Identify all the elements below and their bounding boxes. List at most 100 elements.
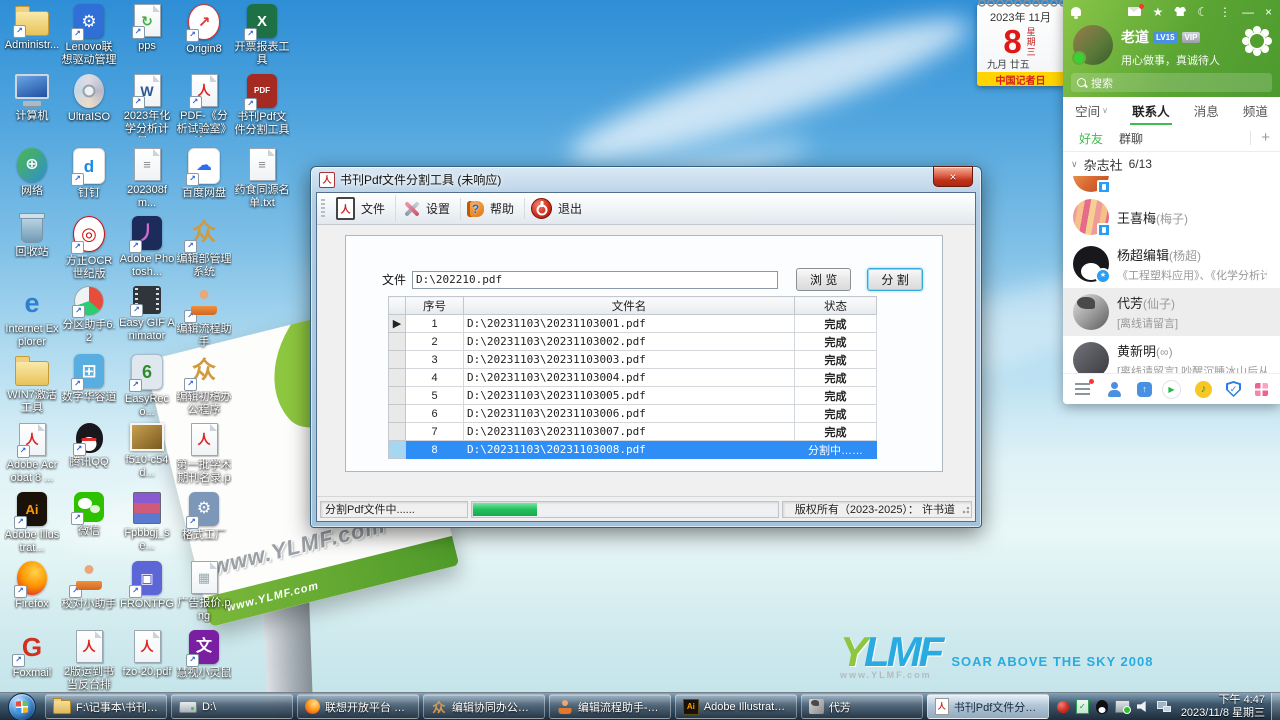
app-grid-icon[interactable] [1255,382,1268,396]
contact-row-partial[interactable] [1063,176,1280,194]
search-bar[interactable]: 搜索 [1071,73,1272,92]
user-nickname[interactable]: 老道 [1121,27,1149,47]
tray-network-icon[interactable] [1156,701,1171,712]
desktop-icon-easyrecovery[interactable]: 6 ↗ EasyReco... [119,354,175,419]
tray-qq-icon[interactable] [1095,699,1108,714]
tencent-video-icon[interactable] [1162,379,1181,399]
desktop-icon-proofreading-assistant[interactable]: ↗ 校对小助手 [61,561,117,611]
subtab-群聊[interactable]: 群聊 [1119,130,1143,147]
tray-volume-icon[interactable] [1136,700,1146,713]
notification-bell-icon[interactable] [1071,7,1081,16]
taskbar-button[interactable]: 代芳 [800,694,923,719]
taskbar-button[interactable]: F:\记事本\书刊Pd... [45,694,167,719]
table-row[interactable]: 8 D:\20231103\20231103008.pdf 分割中…… [388,440,877,459]
desktop-icon-wechat[interactable]: ↗ 微信 [61,492,117,538]
start-button[interactable] [8,692,36,720]
desktop-icon-baidu-netdisk[interactable]: ☁ ↗ 百度网盘 [176,148,232,200]
minimize-icon[interactable]: — [1242,6,1254,18]
contact-row[interactable]: 黄新明(∞) [离线请留言] 吵醒沉睡冰山后从容脱逃 [1063,336,1280,373]
table-row[interactable]: ▶ 1 D:\20231103\20231103001.pdf 完成 [388,314,877,333]
row-selector[interactable] [388,368,406,387]
tray-foxmail-icon[interactable] [1056,700,1069,713]
add-friend-icon[interactable] [1107,381,1122,397]
desktop-icon-pdf-journal-list[interactable]: 人第一批学术期刊名录.pdf [176,423,232,486]
table-row[interactable]: 3 D:\20231103\20231103003.pdf 完成 [388,350,877,369]
night-mode-icon[interactable]: ☾ [1197,6,1208,18]
split-button[interactable]: 分 割 [867,268,923,291]
desktop-icon-format-factory[interactable]: ⚙ ↗ 格式工厂 [176,492,232,542]
share-icon[interactable] [1137,381,1152,397]
desktop-icon-draft-office-program[interactable]: 众 ↗ 编辑初稿办公程序 [176,354,232,417]
tray-safe-doc-icon[interactable] [1075,699,1089,714]
column-header[interactable]: 状态 [794,296,877,315]
desktop-icon-editor-workflow-assistant[interactable]: ↗ 编辑流程助手 [176,286,232,349]
desktop-icon-origin8[interactable]: ↗ ↗ Origin8 [176,4,232,56]
desktop-icon-ultraiso[interactable]: UltraISO [61,74,117,124]
column-header[interactable]: 序号 [405,296,464,315]
taskbar-button[interactable]: 编辑协同办公程... [422,694,545,719]
taskbar-clock[interactable]: 下午 4:47 2023/11/8 星期三 [1181,694,1265,719]
desktop-icon-internet-explorer[interactable]: e Internet Explorer [4,286,60,349]
menu-icon[interactable] [1075,379,1094,395]
desktop-icon-adobe-acrobat-8[interactable]: 人 ↗ Adobe Acrobat 8 ... [4,423,60,485]
contact-row[interactable]: 杨超编辑(杨超) 《工程塑料应用》、《化学分析计量》杂 [1063,240,1280,288]
tray-device-icon[interactable] [1114,700,1131,714]
desktop-icon-invoice-report-tool[interactable]: X ↗ 开票报表工具 [234,4,290,67]
desktop-icon-frontpage[interactable]: ▣ ↗ FRONTPG [119,561,175,611]
close-button[interactable] [933,166,973,187]
desktop-icon-pdf-split-tool[interactable]: PDF ↗ 书刊Pdf文件分割工具 [234,74,290,137]
user-avatar[interactable] [1072,25,1113,65]
tab-联系人[interactable]: 联系人 [1130,97,1172,125]
table-row[interactable]: 7 D:\20231103\20231103007.pdf 完成 [388,422,877,441]
desktop-icon-word-doc-2023[interactable]: W↗2023年化学分析计量... [119,74,175,137]
desktop-icon-adobe-illustrator[interactable]: Ai ↗ Adobe Illustrat... [4,492,60,555]
taskbar-button[interactable]: 编辑流程助手-许... [548,694,671,719]
subtab-好友[interactable]: 好友 [1079,130,1103,147]
row-selector[interactable] [388,422,406,441]
mail-icon[interactable] [1128,4,1145,16]
desktop-icon-computer[interactable]: 计算机 [4,74,60,123]
taskbar-button[interactable]: 书刊Pdf文件分割... [926,694,1049,719]
browse-button[interactable]: 浏 览 [796,268,852,291]
table-row[interactable]: 4 D:\20231103\20231103004.pdf 完成 [388,368,877,387]
desktop-icon-pps[interactable]: ↻ ↗ pps [119,4,175,53]
contact-row[interactable]: 王喜梅 (梅子) [1063,194,1280,240]
window-titlebar[interactable]: 书刊Pdf文件分割工具 (未响应) [316,166,976,192]
qq-music-icon[interactable] [1195,380,1212,398]
taskbar-button[interactable]: Adobe Illustrato... [674,694,797,719]
contact-group-header[interactable]: ∨ 杂志社 6/13 [1063,152,1280,176]
close-icon[interactable]: × [1265,6,1272,18]
row-selector[interactable] [388,350,406,369]
desktop-icon-recycle-bin[interactable]: 回收站 [4,213,60,259]
desktop-icon-partition-assistant[interactable]: ↗ 分区助手6.2 [61,286,117,345]
calendar-gadget[interactable]: 2023年 11月 8 星期三 九月 廿五 中国记者日 [977,0,1064,87]
row-selector[interactable] [388,386,406,405]
desktop-icon-number-puzzle[interactable]: ⊞ ↗ 数字华容道 [61,354,117,404]
desktop-icon-text-doc-202308fm[interactable]: ≡ 202308fm... [119,148,175,210]
table-row[interactable]: 2 D:\20231103\20231103002.pdf 完成 [388,332,877,351]
desktop-icon-adobe-photoshop[interactable]: 丿 ↗ Adobe Photosh... [119,216,175,279]
row-selector[interactable] [388,332,406,351]
desktop-icon-network[interactable]: ⊕ 网络 [4,148,60,198]
desktop-icon-pdf-2ban[interactable]: 人 2版运到书当反台排描... [61,630,117,693]
desktop-icon-administrator-folder[interactable]: ↗ Administr... [4,4,60,52]
tab-空间[interactable]: 空间 ∨ [1073,97,1110,125]
show-desktop-button[interactable] [1271,693,1280,720]
desktop-icon-founder-ocr[interactable]: ◎ ↗ 方正OCR世纪版 [61,216,117,281]
toolbar-button-pdf-doc[interactable]: 文件 [330,195,397,222]
desktop-icon-easy-gif-animator[interactable]: ↗ Easy GIF Animator [119,286,175,343]
desktop-icon-dingtalk[interactable]: d ↗ 钉钉 [61,148,117,200]
desktop-icon-pdf-fzo-20[interactable]: 人 fzo-20.pdf [119,630,175,679]
desktop-icon-rar-fpbbgj[interactable]: Fpbbgj_se... [119,492,175,553]
contact-row[interactable]: 代芳 (仙子) [离线请留言] [1063,288,1280,336]
row-selector[interactable] [388,404,406,423]
toolbar-button-help[interactable]: 帮助 [461,198,526,219]
desktop-icon-pdf-analysis-lab[interactable]: 人↗PDF-《分析试验室》论... [176,74,232,137]
exit-button[interactable]: 退出 [525,196,592,221]
desktop-icon-png-ad-quote[interactable]: ▦ 广告报价.png [176,561,232,623]
desktop-icon-lenovo-driver-manager[interactable]: ⚙ ↗ Lenovo联想驱动管理 [61,4,117,67]
weather-sun-icon[interactable] [1248,32,1266,50]
file-path-input[interactable]: D:\202210.pdf [412,270,779,289]
toolbar-button-tools[interactable]: 设置 [396,197,462,220]
tab-频道[interactable]: 频道 [1241,97,1270,125]
